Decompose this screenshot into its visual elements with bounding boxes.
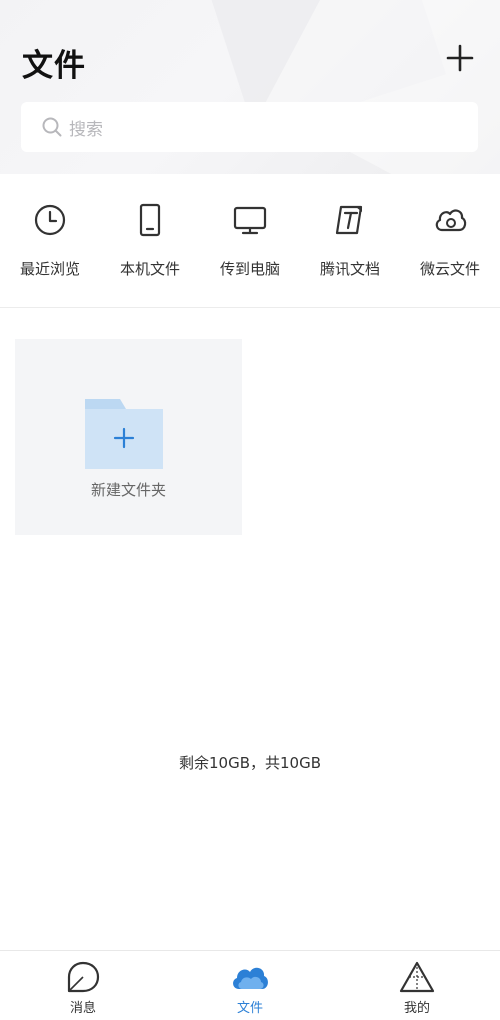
shortcut-send-to-pc[interactable]: 传到电脑 [200, 202, 300, 279]
monitor-icon [233, 206, 267, 235]
shortcut-label: 最近浏览 [19, 260, 80, 278]
header: 文件 搜索 [0, 0, 500, 174]
clock-icon [34, 204, 66, 236]
cloud-icon [233, 967, 268, 989]
shortcut-tencent-docs[interactable]: 腾讯文档 [300, 202, 400, 279]
shortcut-recent[interactable]: 最近浏览 [0, 202, 100, 279]
search-input[interactable]: 搜索 [21, 102, 478, 152]
new-folder-button[interactable]: 新建文件夹 [15, 339, 242, 535]
tab-label: 文件 [236, 1001, 263, 1016]
tab-messages[interactable]: 消息 [28, 961, 138, 1016]
shortcut-label: 传到电脑 [219, 260, 280, 278]
add-button[interactable] [440, 38, 480, 78]
new-folder-label: 新建文件夹 [90, 481, 166, 499]
tab-files[interactable]: 文件 [195, 961, 305, 1016]
search-icon [42, 117, 62, 137]
weiyun-cloud-icon [435, 209, 467, 232]
page-title: 文件 [22, 48, 86, 84]
shortcut-bar: 最近浏览 本机文件 传到电脑 腾讯文档 微云文件 [0, 174, 500, 308]
bottom-tab-bar: 消息 文件 我的 [0, 950, 500, 1020]
search-placeholder: 搜索 [69, 119, 103, 140]
plus-icon [446, 44, 474, 72]
tab-me[interactable]: 我的 [362, 961, 472, 1016]
triangle-profile-icon [399, 961, 435, 993]
tab-label: 我的 [403, 1001, 430, 1016]
folder-plus-icon [85, 399, 163, 469]
shortcut-local-files[interactable]: 本机文件 [100, 202, 200, 279]
message-icon [67, 961, 100, 993]
phone-icon [139, 203, 161, 237]
shortcut-label: 本机文件 [119, 260, 180, 278]
shortcut-weiyun[interactable]: 微云文件 [400, 202, 500, 279]
tab-label: 消息 [69, 1001, 96, 1016]
tencent-docs-icon [335, 205, 363, 235]
storage-info: 剩余10GB，共10GB [178, 754, 321, 772]
shortcut-label: 微云文件 [419, 260, 480, 278]
shortcut-label: 腾讯文档 [319, 260, 380, 278]
